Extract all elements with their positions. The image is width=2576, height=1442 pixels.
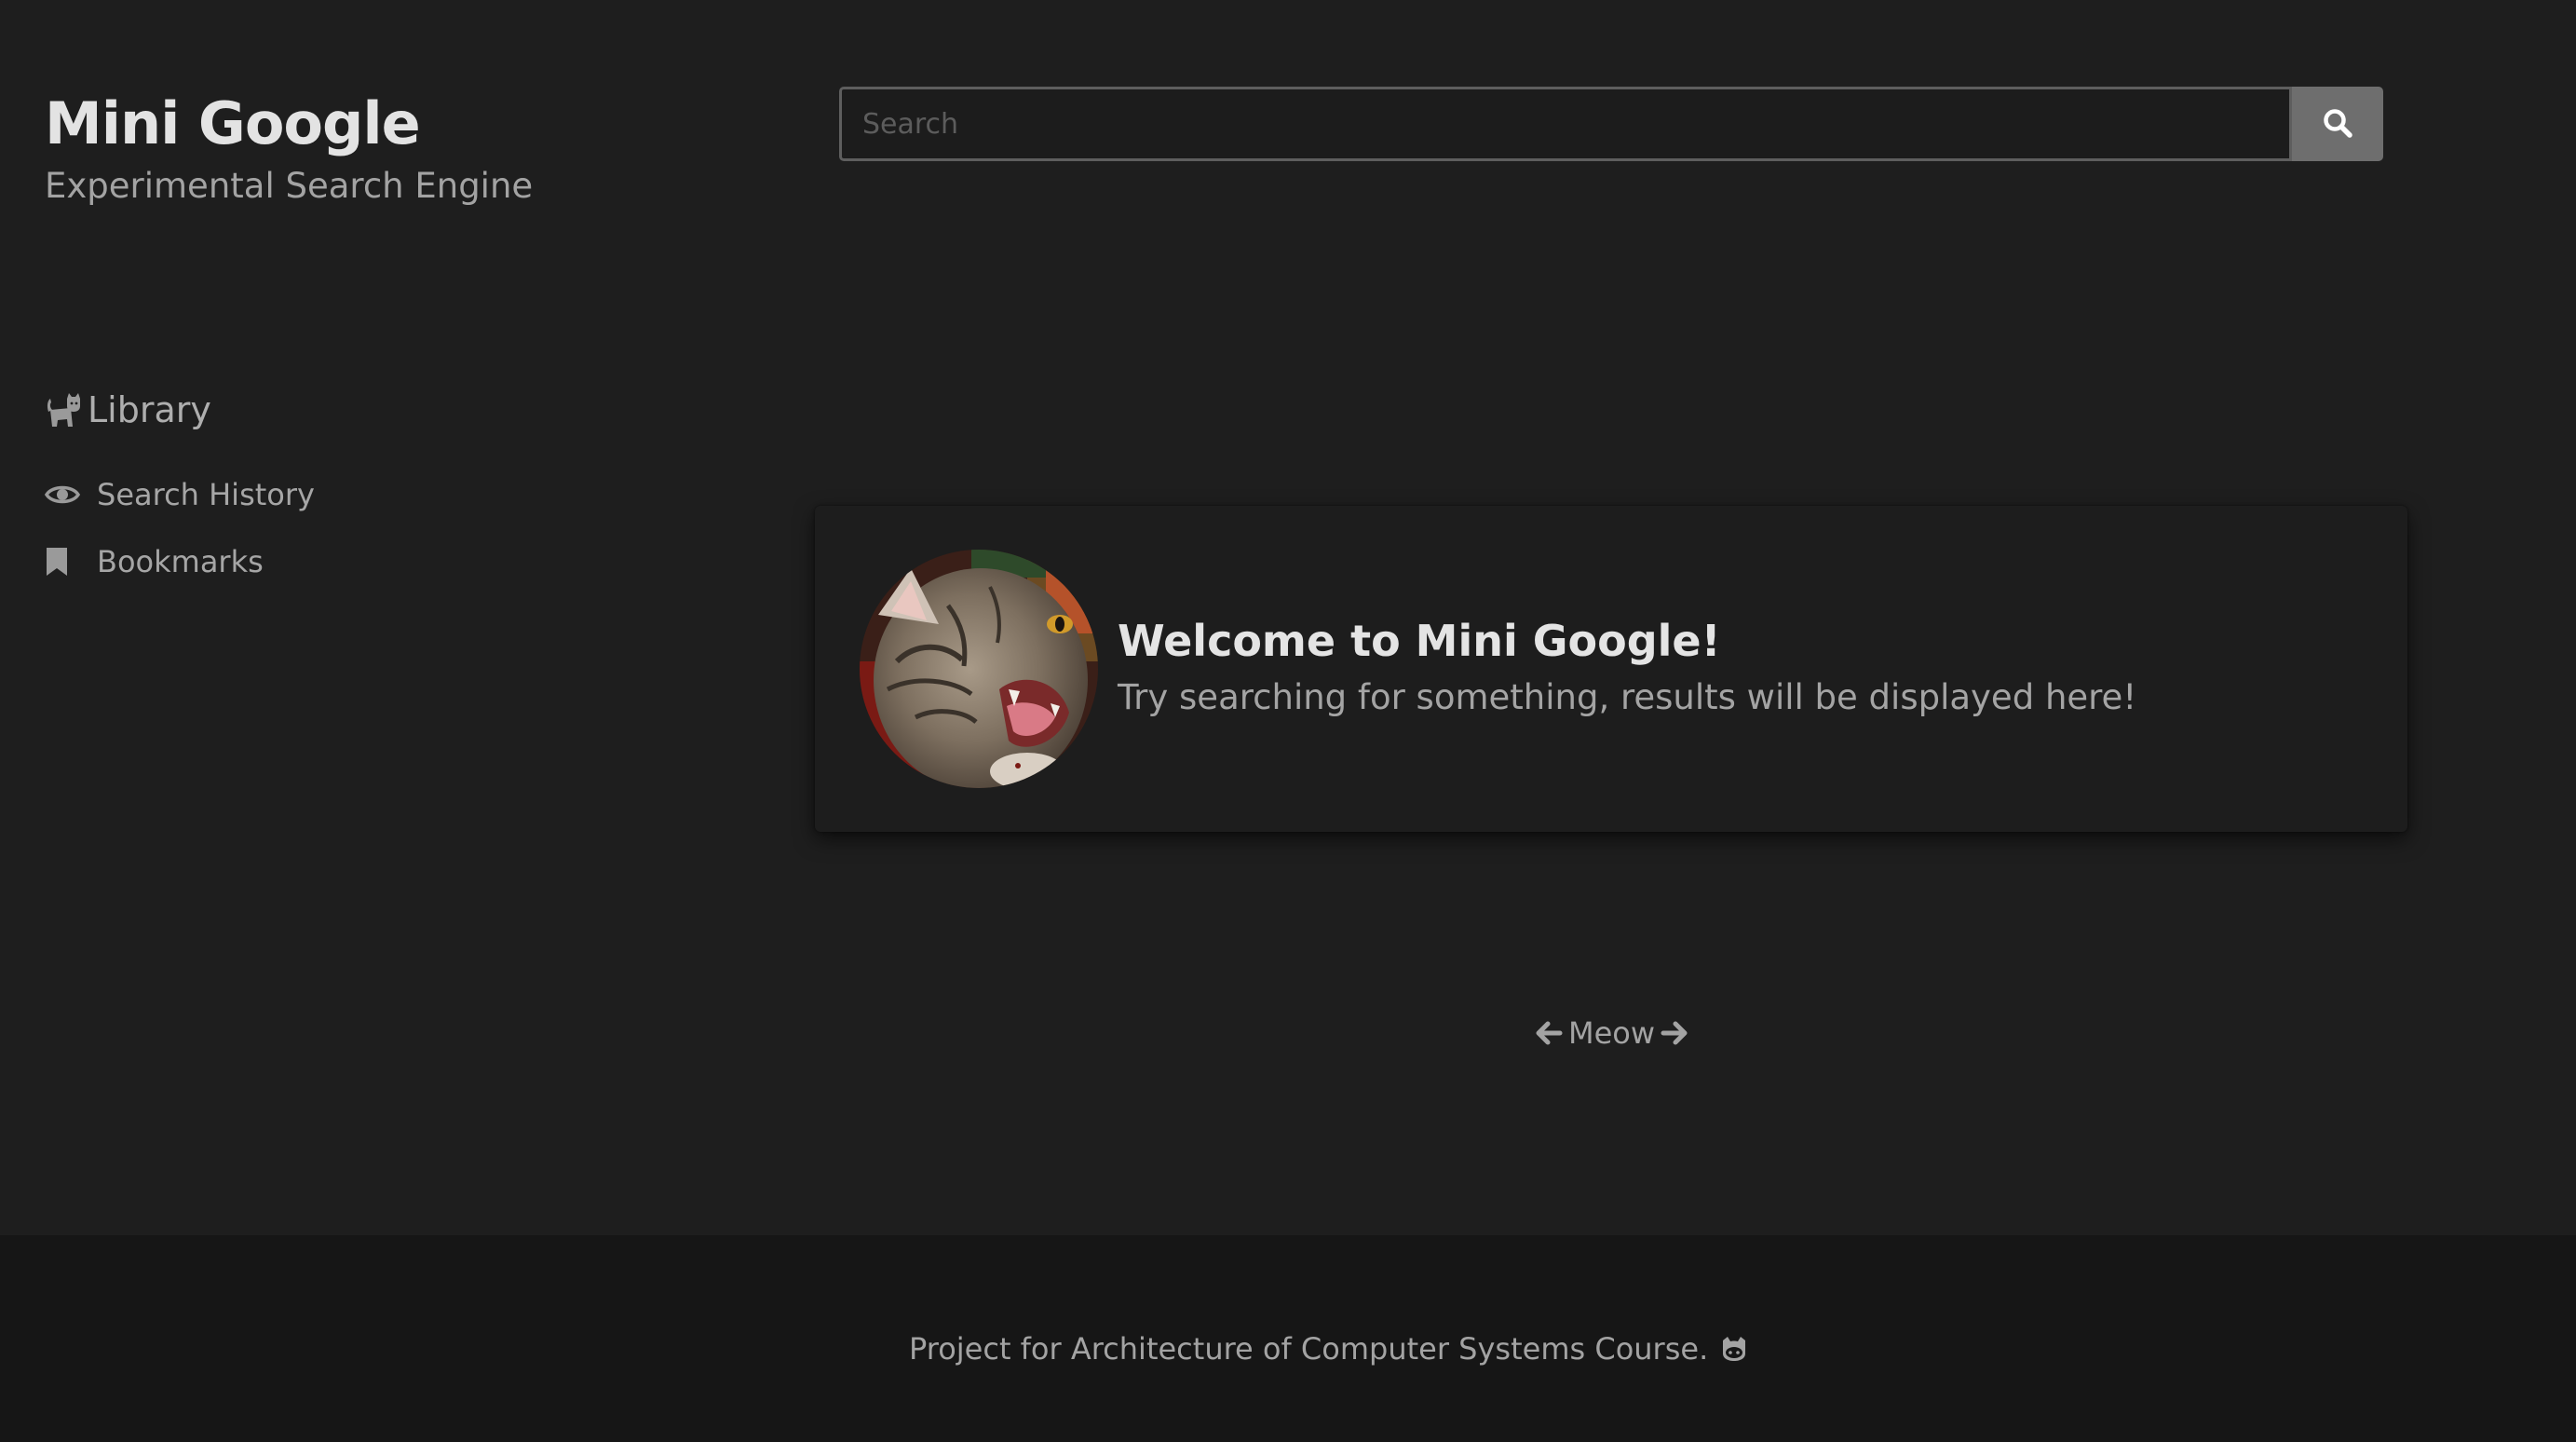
- sidebar-item-search-history[interactable]: Search History: [45, 477, 315, 512]
- eye-icon: [45, 482, 97, 508]
- search-input[interactable]: [839, 87, 2292, 161]
- sidebar-item-bookmarks[interactable]: Bookmarks: [45, 544, 264, 579]
- footer: Project for Architecture of Computer Sys…: [0, 1235, 2576, 1442]
- sidebar-heading: Library: [45, 389, 211, 430]
- cat-avatar-image: [860, 550, 1098, 788]
- pagination: Meow: [1535, 1015, 1688, 1051]
- footer-content: Project for Architecture of Computer Sys…: [909, 1331, 1749, 1367]
- bookmark-icon: [45, 546, 97, 578]
- footer-text: Project for Architecture of Computer Sys…: [909, 1331, 1709, 1367]
- cat-icon: [45, 391, 82, 429]
- pagination-label: Meow: [1568, 1015, 1656, 1051]
- page: Mini Google Experimental Search Engine S…: [0, 0, 2576, 1442]
- sidebar-heading-label: Library: [88, 389, 211, 430]
- sidebar-item-label: Search History: [97, 477, 315, 512]
- search-button[interactable]: [2292, 87, 2383, 161]
- main-area: Mini Google Experimental Search Engine S…: [0, 0, 2576, 1235]
- welcome-card: Welcome to Mini Google! Try searching fo…: [815, 506, 2407, 832]
- welcome-text: Try searching for something, results wil…: [1118, 677, 2137, 717]
- search-icon: [2322, 107, 2353, 142]
- github-icon[interactable]: [1719, 1335, 1749, 1363]
- arrow-right-icon[interactable]: [1661, 1019, 1688, 1047]
- brand-title: Mini Google: [45, 89, 421, 157]
- arrow-left-icon[interactable]: [1535, 1019, 1563, 1047]
- sidebar-item-label: Bookmarks: [97, 544, 264, 579]
- brand-subtitle: Experimental Search Engine: [45, 166, 534, 206]
- welcome-title: Welcome to Mini Google!: [1118, 616, 1721, 666]
